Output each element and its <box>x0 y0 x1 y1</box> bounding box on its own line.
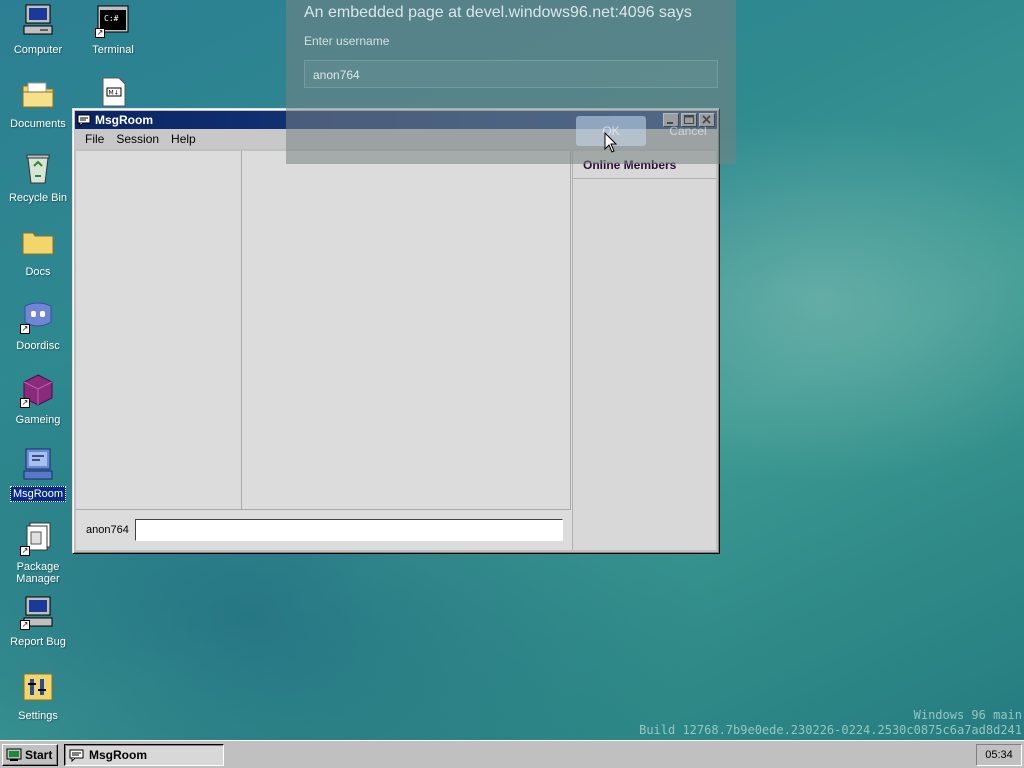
taskbar-item-msgroom[interactable]: MsgRoom <box>64 743 224 766</box>
menu-file[interactable]: File <box>79 130 110 148</box>
desktop-icon-label: Documents <box>10 118 66 130</box>
desktop-icon-label: Terminal <box>92 44 134 56</box>
desktop-icon-label: Docs <box>25 266 51 278</box>
msgroom-window: MsgRoom File Session Help Online Members… <box>72 108 720 554</box>
computer-icon <box>20 2 56 38</box>
username-label: anon764 <box>86 524 129 536</box>
desktop-icon-label: Computer <box>13 44 63 56</box>
chat-bubble-icon: ↗ <box>20 298 56 334</box>
username-input[interactable]: anon764 <box>304 60 718 88</box>
message-input[interactable] <box>134 519 563 541</box>
folder-icon <box>20 224 56 260</box>
compose-row: anon764 <box>76 509 571 550</box>
desktop-icon-settings[interactable]: Settings <box>0 668 76 723</box>
start-label: Start <box>25 747 53 762</box>
terminal-icon: C:# ↗ <box>95 2 131 38</box>
package-icon: ↗ <box>20 520 56 556</box>
shortcut-arrow-icon: ↗ <box>20 546 30 556</box>
desktop-icon-computer[interactable]: Computer <box>0 2 76 57</box>
menu-session[interactable]: Session <box>110 130 165 148</box>
message-log-pane[interactable] <box>243 151 571 509</box>
file-icon: M↓ <box>95 76 131 112</box>
recycle-bin-icon <box>20 150 56 186</box>
start-logo-icon <box>6 748 22 762</box>
computer-icon: ↗ <box>20 594 56 630</box>
room-list-pane[interactable] <box>76 151 242 509</box>
menu-help[interactable]: Help <box>165 130 202 148</box>
chat-icon <box>69 748 85 762</box>
settings-icon <box>20 668 56 704</box>
shortcut-arrow-icon: ↗ <box>20 620 30 630</box>
desktop-icon-docs[interactable]: Docs <box>0 224 76 279</box>
msgroom-icon <box>20 446 56 482</box>
dialog-message: An embedded page at devel.windows96.net:… <box>304 4 692 21</box>
folder-icon <box>20 76 56 112</box>
cube-icon: ↗ <box>20 372 56 408</box>
svg-text:C:#: C:# <box>104 14 119 23</box>
desktop-icon-recycle-bin[interactable]: Recycle Bin <box>0 150 76 205</box>
online-members-pane: Online Members <box>572 151 716 550</box>
taskbar-item-label: MsgRoom <box>89 747 147 762</box>
desktop-icon-terminal[interactable]: C:# ↗ Terminal <box>75 2 151 57</box>
desktop-icon-report-bug[interactable]: ↗ Report Bug <box>0 594 76 649</box>
clock[interactable]: 05:34 <box>976 743 1022 766</box>
shortcut-arrow-icon: ↗ <box>20 398 30 408</box>
desktop-icon-gameing[interactable]: ↗ Gameing <box>0 372 76 427</box>
desktop-icon-label: Settings <box>18 710 58 722</box>
desktop-icon-msgroom[interactable]: MsgRoom <box>0 446 76 502</box>
prompt-dialog: An embedded page at devel.windows96.net:… <box>286 0 736 164</box>
build-watermark-line2: Build 12768.7b9e0ede.230226-0224.2530c08… <box>639 723 1022 737</box>
mouse-cursor-icon <box>604 131 618 154</box>
chat-icon <box>77 113 91 128</box>
desktop-icon-documents[interactable]: Documents <box>0 76 76 131</box>
content-area: Online Members anon764 <box>76 151 716 550</box>
desktop-icon-label: Package Manager <box>16 561 60 585</box>
start-button[interactable]: Start <box>2 743 58 766</box>
desktop-icon-doordisc[interactable]: ↗ Doordisc <box>0 298 76 353</box>
svg-text:M↓: M↓ <box>109 90 119 97</box>
desktop-icon-label: MsgRoom <box>9 486 67 502</box>
desktop-icon-label: Recycle Bin <box>8 192 68 204</box>
shortcut-arrow-icon: ↗ <box>20 324 30 334</box>
build-watermark-line1: Windows 96 main <box>913 708 1022 722</box>
shortcut-arrow-icon: ↗ <box>95 28 105 38</box>
dialog-prompt: Enter username <box>304 34 390 48</box>
desktop-icon-label: Report Bug <box>10 636 66 648</box>
desktop-icon-label: Gameing <box>15 414 61 426</box>
desktop-icon-package-manager[interactable]: ↗ Package Manager <box>0 520 76 586</box>
taskbar: Start MsgRoom 05:34 <box>0 740 1024 768</box>
cancel-button[interactable]: Cancel <box>656 116 720 146</box>
desktop-icon-label: Doordisc <box>16 340 60 352</box>
